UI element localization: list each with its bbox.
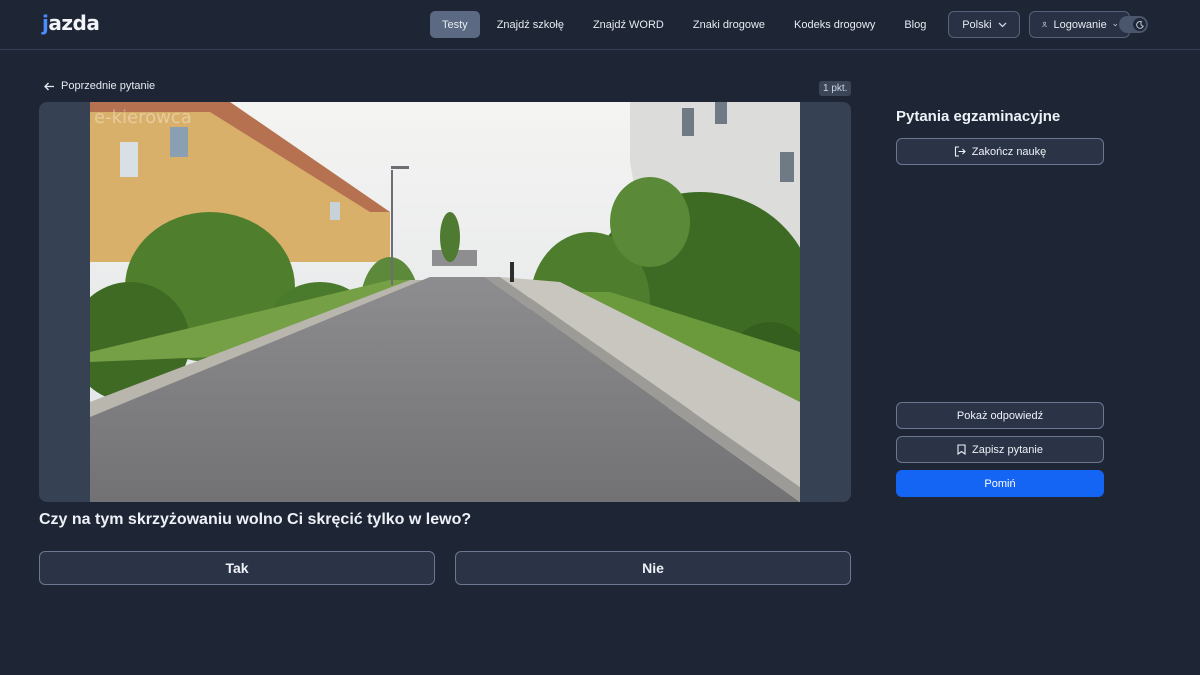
moon-icon	[1133, 18, 1146, 31]
answer-tak-button[interactable]: Tak	[39, 551, 435, 585]
nav-item-blog[interactable]: Blog	[892, 11, 938, 38]
nav-label: Znaki drogowe	[692, 18, 766, 31]
user-icon	[1042, 21, 1048, 28]
logo-text: jazda	[42, 11, 100, 35]
nav-label: Kodeks drogowy	[794, 18, 876, 31]
skip-button[interactable]: Pomiń	[896, 470, 1104, 497]
nav-label: Znajdź szkołę	[496, 18, 564, 31]
show-answer-label: Pokaż odpowiedź	[956, 409, 1044, 422]
end-learning-label: Zakończ naukę	[971, 145, 1047, 158]
bookmark-icon	[957, 444, 966, 455]
nav-label: Testy	[442, 18, 468, 31]
sidebar-title: Pytania egzaminacyjne	[896, 108, 1061, 125]
nav-item-find-word[interactable]: Znajdź WORD	[581, 11, 676, 38]
nav-item-find-school[interactable]: Znajdź szkołę	[485, 11, 576, 38]
nav-item-testy[interactable]: Testy	[430, 11, 480, 38]
nav-item-road-signs[interactable]: Znaki drogowe	[681, 11, 777, 38]
main-nav: Testy Znajdź szkołę Znajdź WORD Znaki dr…	[430, 11, 1131, 38]
logout-icon	[954, 146, 966, 157]
previous-question-link[interactable]: Poprzednie pytanie	[44, 80, 155, 92]
question-media: e-kierowca	[39, 102, 851, 502]
question-text: Czy na tym skrzyżowaniu wolno Ci skręcić…	[39, 511, 472, 528]
previous-question-label: Poprzednie pytanie	[61, 80, 156, 92]
end-learning-button[interactable]: Zakończ naukę	[896, 138, 1104, 165]
chevron-down-icon	[1113, 23, 1118, 26]
chevron-down-icon	[998, 22, 1007, 27]
nav-label: Blog	[904, 18, 927, 31]
skip-label: Pomiń	[984, 477, 1016, 490]
language-select[interactable]: Polski	[948, 11, 1021, 38]
save-question-label: Zapisz pytanie	[972, 443, 1043, 456]
login-label: Logowanie	[1053, 18, 1107, 31]
language-label: Polski	[962, 18, 992, 31]
nav-item-road-code[interactable]: Kodeks drogowy	[782, 11, 887, 38]
login-dropdown[interactable]: Logowanie	[1029, 11, 1131, 38]
points-badge: 1 pkt.	[819, 81, 852, 96]
top-navbar: jazda Testy Znajdź szkołę Znajdź WORD Zn…	[0, 0, 1200, 50]
theme-toggle[interactable]	[1119, 16, 1148, 33]
logo[interactable]: jazda	[42, 11, 100, 35]
save-question-button[interactable]: Zapisz pytanie	[896, 436, 1104, 463]
arrow-left-icon	[44, 82, 54, 90]
image-watermark: e-kierowca	[94, 107, 192, 128]
answer-nie-button[interactable]: Nie	[455, 551, 851, 585]
show-answer-button[interactable]: Pokaż odpowiedź	[896, 402, 1104, 429]
nav-label: Znajdź WORD	[592, 18, 664, 31]
road-scene-image	[90, 102, 800, 502]
